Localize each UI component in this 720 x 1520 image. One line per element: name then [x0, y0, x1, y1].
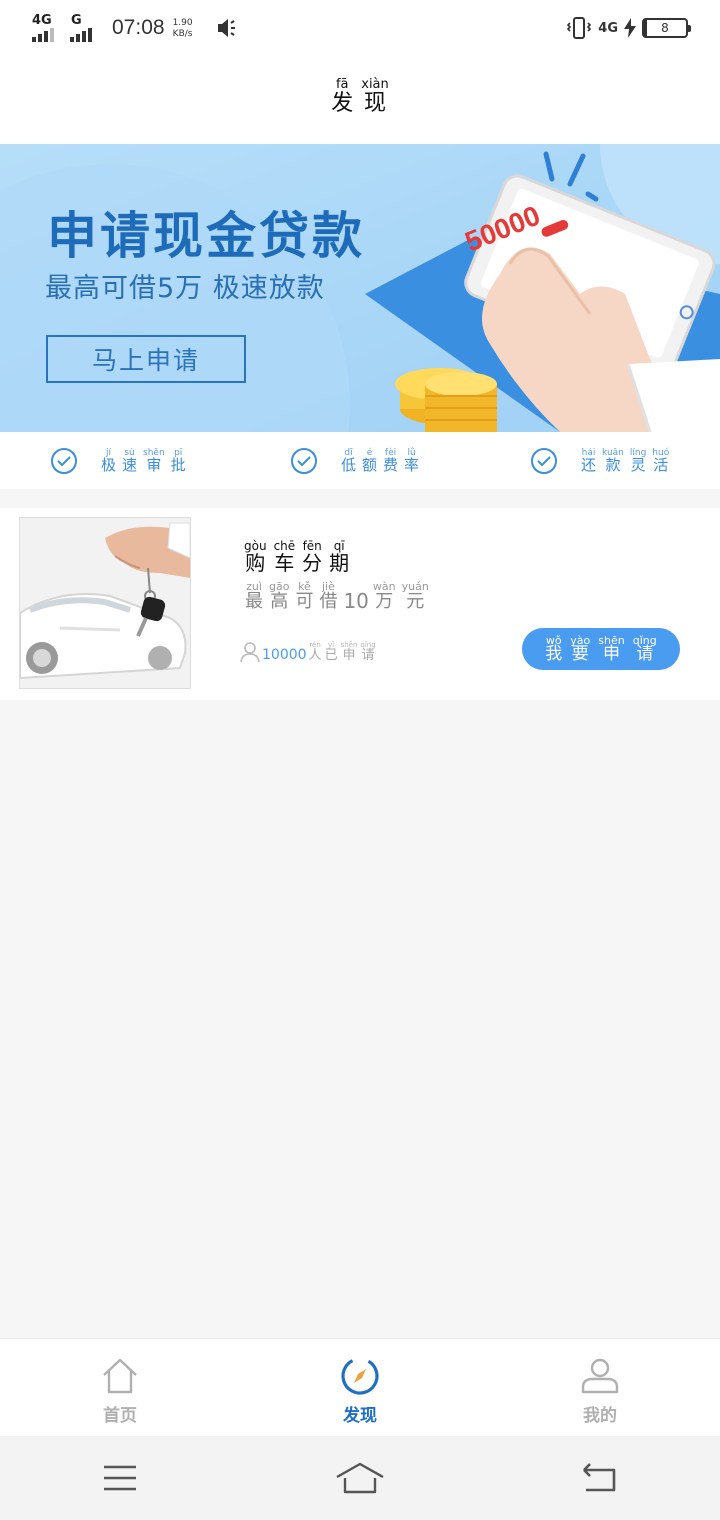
car-key-image	[19, 517, 191, 689]
car-key-illustration	[20, 518, 190, 688]
product-title: gòu 购 chē 车 fēn 分 qī 期	[244, 539, 350, 575]
banner-subtitle: 最高可借5万 极速放款	[45, 273, 325, 304]
profile-icon	[581, 1358, 619, 1394]
feature-flexible-repayment: hái 还 kuǎn 款 líng 灵 huó 活	[480, 432, 720, 489]
check-circle-icon	[531, 447, 557, 474]
sim1-signal-icon: 4G	[32, 14, 62, 42]
check-circle-icon	[291, 447, 317, 474]
battery-icon: 8	[642, 18, 691, 38]
check-circle-icon	[51, 447, 77, 474]
back-icon	[583, 1463, 616, 1492]
product-card[interactable]: gòu 购 chē 车 fēn 分 qī 期 zuì 最 gāo 高 kě 可 jiè 借 10 wàn 万 yuá…	[0, 508, 720, 700]
sim2-signal-icon: G	[70, 14, 100, 42]
menu-icon	[104, 1465, 136, 1491]
max-amount: 10	[343, 588, 369, 613]
home-icon	[103, 1358, 137, 1394]
feature-fast-approval: jí 极 sù 速 shěn 审 pī 批	[0, 432, 240, 489]
mute-icon	[217, 19, 235, 37]
apply-button[interactable]: wǒ 我 yào 要 shēn 申 qǐng 请	[522, 628, 680, 670]
page-header: fā 发 xiàn 现	[0, 56, 720, 144]
product-subtitle: zuì 最 gāo 高 kě 可 jiè 借 10 wàn 万 yuán 元	[245, 580, 429, 613]
compass-icon	[341, 1357, 379, 1395]
tab-discover[interactable]: 发现	[240, 1339, 480, 1436]
clock: 07:08	[112, 16, 165, 39]
home-nav-button[interactable]	[240, 1436, 480, 1520]
back-button[interactable]	[480, 1436, 720, 1520]
user-icon	[240, 642, 260, 663]
page-title: fā 发 xiàn 现	[331, 77, 389, 116]
system-nav-bar	[0, 1436, 720, 1520]
feature-label: dī 低 é 额 fèi 费 lǜ 率	[341, 447, 420, 474]
promo-banner[interactable]: 50000 申请现金贷款 最高可借5万 极速放款 马上申请	[0, 144, 720, 432]
status-bar: 4G G 07:08 1.90 KB/s 4G 8	[0, 0, 720, 56]
tab-home[interactable]: 首页	[0, 1339, 240, 1436]
home-nav-icon	[336, 1462, 384, 1494]
vibrate-icon	[567, 17, 592, 39]
feature-row: jí 极 sù 速 shěn 审 pī 批 dī 低 é 额 fèi 费 lǜ 率 hái 还 kuǎn 款 lín…	[0, 432, 720, 489]
tab-profile[interactable]: 我的	[480, 1339, 720, 1436]
network-type: 4G	[598, 20, 618, 36]
apply-now-button[interactable]: 马上申请	[46, 335, 246, 383]
feature-label: jí 极 sù 速 shěn 审 pī 批	[101, 447, 186, 474]
feature-label: hái 还 kuǎn 款 líng 灵 huó 活	[581, 447, 670, 474]
network-speed: 1.90 KB/s	[172, 18, 193, 39]
bottom-tab-bar: 首页 发现 我的	[0, 1338, 720, 1436]
banner-title: 申请现金贷款	[47, 208, 365, 264]
applicant-count: 10000 rén 人 yǐ 已 shēn 申 qǐng 请	[240, 641, 379, 663]
charging-icon	[624, 18, 636, 38]
menu-button[interactable]	[0, 1436, 240, 1520]
feature-low-fee: dī 低 é 额 fèi 费 lǜ 率	[240, 432, 480, 489]
